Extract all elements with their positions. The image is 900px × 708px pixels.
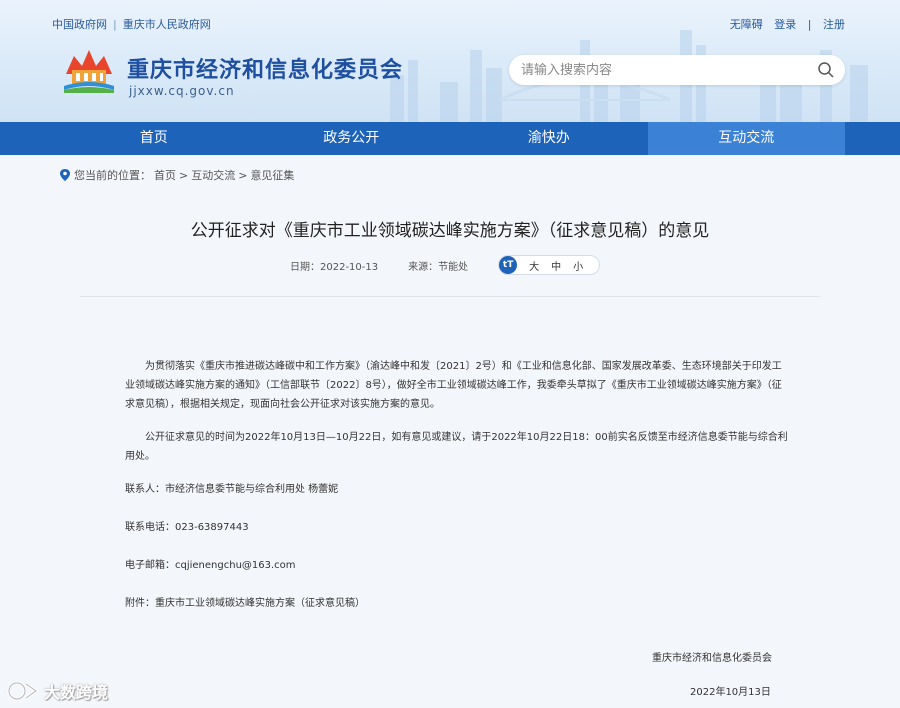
- signature: 重庆市经济和信息化委员会: [652, 653, 772, 664]
- breadcrumb-opinion[interactable]: 意见征集: [250, 167, 294, 183]
- signature-date: 2022年10月13日: [690, 687, 771, 698]
- location-pin-icon: [60, 169, 70, 181]
- article-body: 为贯彻落实《重庆市推进碳达峰碳中和工作方案》（渝达峰中和发〔2021〕2号）和《…: [125, 357, 790, 632]
- search-input[interactable]: [521, 60, 801, 80]
- search-icon[interactable]: [817, 61, 835, 79]
- paragraph: 公开征求意见的时间为2022年10月13日—10月22日，如有意见或建议，请于2…: [125, 432, 788, 462]
- article-source: 来源：节能处: [408, 261, 469, 273]
- nav-gov-affairs[interactable]: 政务公开: [253, 122, 451, 155]
- cq-gov-link[interactable]: 重庆市人民政府网: [123, 18, 211, 31]
- breadcrumb-home[interactable]: 首页: [154, 167, 176, 183]
- font-size-large[interactable]: 大: [529, 258, 539, 273]
- top-links-left: 中国政府网 | 重庆市人民政府网: [52, 18, 211, 31]
- article-meta: 日期：2022-10-13 来源：节能处 tT 大 中 小: [290, 255, 601, 275]
- contact-phone: 联系电话：023-63897443: [125, 522, 249, 533]
- site-url: jjxxw.cq.gov.cn: [129, 84, 235, 98]
- paragraph: 为贯彻落实《重庆市推进碳达峰碳中和工作方案》（渝达峰中和发〔2021〕2号）和《…: [125, 361, 782, 410]
- site-logo-icon[interactable]: [62, 44, 116, 94]
- nav-interaction[interactable]: 互动交流: [647, 122, 845, 155]
- breadcrumb-separator: >: [179, 168, 189, 182]
- gov-link[interactable]: 中国政府网: [52, 18, 107, 31]
- watermark: 大数跨境: [6, 679, 108, 703]
- breadcrumb-separator: >: [238, 168, 248, 182]
- attachment-line: 附件：重庆市工业领域碳达峰实施方案（征求意见稿）: [125, 594, 790, 613]
- accessibility-link[interactable]: 无障碍: [730, 18, 763, 31]
- breadcrumb-interaction[interactable]: 互动交流: [191, 167, 235, 183]
- font-size-medium[interactable]: 中: [551, 258, 561, 273]
- article-date: 日期：2022-10-13: [290, 261, 379, 273]
- breadcrumb-prefix: 您当前的位置：: [74, 169, 151, 182]
- watermark-text: 大数跨境: [44, 683, 109, 702]
- nav-home[interactable]: 首页: [55, 122, 253, 155]
- attachment-link[interactable]: 重庆市工业领域碳达峰实施方案（征求意见稿）: [155, 598, 365, 609]
- watermark-logo-icon: [7, 681, 39, 701]
- site-title[interactable]: 重庆市经济和信息化委员会: [127, 52, 403, 84]
- site-header: 中国政府网 | 重庆市人民政府网 无障碍 登录 | 注册 重庆市经济和信息化委员会 …: [0, 0, 900, 122]
- top-links-right: 无障碍 登录 | 注册: [729, 18, 845, 31]
- contact-person: 联系人：市经济信息委节能与综合利用处 杨蕾妮: [125, 484, 339, 495]
- login-link[interactable]: 登录: [774, 18, 796, 31]
- article-title: 公开征求对《重庆市工业领域碳达峰实施方案》（征求意见稿）的意见: [190, 221, 710, 241]
- search-box: [509, 55, 845, 85]
- nav-yukuaiban[interactable]: 渝快办: [450, 122, 648, 155]
- main-nav: 首页 政务公开 渝快办 互动交流: [0, 122, 900, 155]
- attachment-prefix: 附件：: [125, 598, 155, 609]
- article-container: 公开征求对《重庆市工业领域碳达峰实施方案》（征求意见稿）的意见 日期：2022-…: [80, 192, 820, 708]
- register-link[interactable]: 注册: [823, 18, 845, 31]
- divider: [80, 296, 820, 297]
- font-size-icon: tT: [499, 256, 518, 274]
- font-size-small[interactable]: 小: [573, 258, 583, 273]
- contact-email: 电子邮箱：cqjienengchu@163.com: [125, 560, 296, 571]
- breadcrumb: 您当前的位置： 首页 > 互动交流 > 意见征集: [60, 167, 297, 183]
- font-size-switcher: tT 大 中 小: [498, 255, 601, 275]
